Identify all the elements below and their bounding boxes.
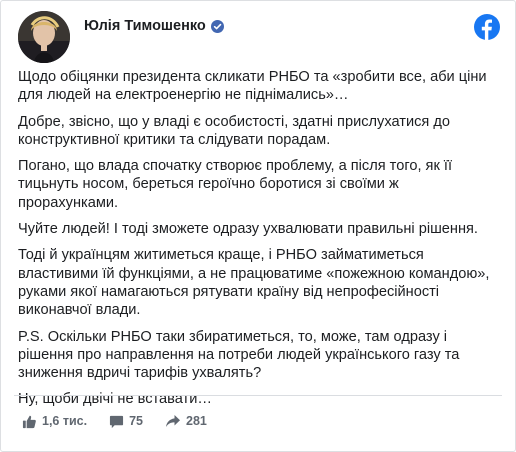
facebook-icon[interactable] [474,14,500,40]
post-paragraph: Ну, щоби двічі не вставати… [18,391,212,408]
post-paragraph: Добре, звісно, що у владі є особистості,… [18,113,450,148]
likes-count[interactable]: 1,6 тис. [22,414,87,429]
comment-icon [109,414,124,429]
post-paragraph: Щодо обіцянки президента скликати РНБО т… [18,69,487,104]
comments-count-label: 75 [129,414,143,428]
footer-divider [14,395,502,396]
author-name[interactable]: Юлія Тимошенко [84,18,224,34]
share-icon [165,414,181,429]
post-paragraph: P.S. Оскільки РНБО таки збиратиметься, т… [18,328,460,382]
shares-count[interactable]: 281 [165,414,207,429]
post-paragraph: Чуйте людей! І тоді зможете одразу ухвал… [18,221,478,238]
thumbs-up-icon [22,414,37,429]
facebook-post-card: Юлія Тимошенко Щодо обіцянки президента … [0,0,516,452]
comments-count[interactable]: 75 [109,414,143,429]
author-avatar[interactable] [18,11,70,63]
post-header: Юлія Тимошенко [18,11,500,63]
post-stats-bar: 1,6 тис. 75 281 [22,413,229,429]
post-paragraph: Тоді й українцям житиметься краще, і РНБ… [18,247,490,319]
verified-badge-icon [210,19,224,33]
likes-count-label: 1,6 тис. [42,414,88,428]
post-body: Щодо обіцянки президента скликати РНБО т… [18,68,502,417]
shares-count-label: 281 [186,414,207,428]
post-paragraph: Погано, що влада спочатку створює пробле… [18,158,452,211]
author-name-label: Юлія Тимошенко [84,18,206,34]
